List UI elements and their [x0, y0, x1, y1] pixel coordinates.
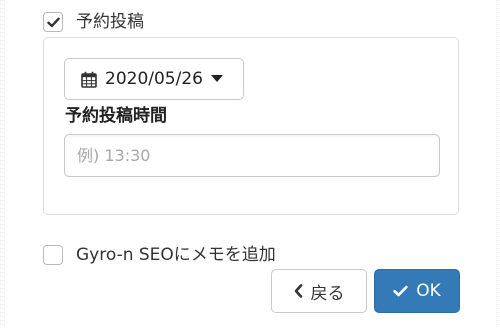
schedule-time-input[interactable] — [64, 134, 440, 177]
seo-memo-label[interactable]: Gyro-n SEOにメモを追加 — [76, 245, 276, 265]
schedule-post-checkbox[interactable] — [43, 12, 63, 32]
schedule-options-panel: 2020/05/26 予約投稿時間 — [43, 37, 459, 215]
date-value: 2020/05/26 — [105, 69, 203, 89]
checkmark-icon — [393, 285, 408, 297]
caret-down-icon — [211, 75, 223, 82]
ok-button-label: OK — [416, 281, 441, 301]
back-button-label: 戻る — [310, 283, 345, 304]
back-button[interactable]: 戻る — [271, 269, 367, 313]
schedule-time-label: 予約投稿時間 — [65, 106, 167, 126]
dialog-panel: 予約投稿 2020/05/26 予約投稿時間 Gyr — [6, 0, 496, 328]
chevron-left-icon — [294, 284, 303, 298]
schedule-post-label[interactable]: 予約投稿 — [76, 12, 144, 32]
checkmark-icon — [46, 17, 60, 27]
ok-button[interactable]: OK — [374, 269, 460, 313]
seo-memo-checkbox[interactable] — [43, 245, 63, 265]
calendar-icon — [81, 71, 97, 88]
date-picker-button[interactable]: 2020/05/26 — [64, 58, 244, 100]
